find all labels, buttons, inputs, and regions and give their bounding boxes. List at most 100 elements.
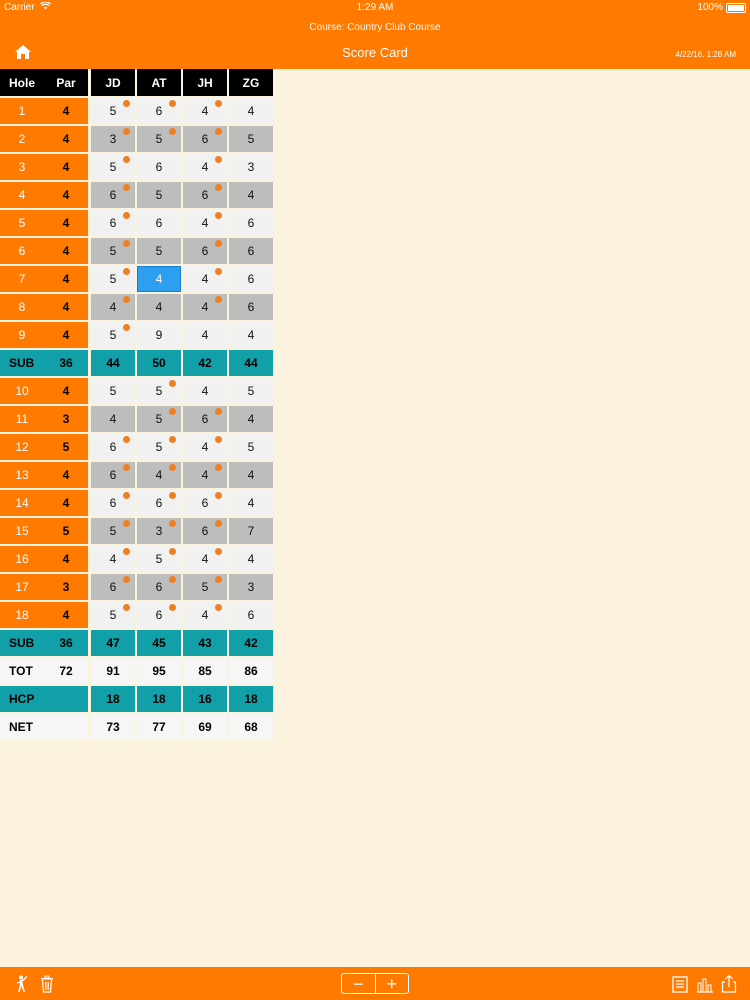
score-cell-zg[interactable]: 6 xyxy=(229,294,273,320)
score-cell-at[interactable]: 6 xyxy=(137,154,181,180)
score-cell-at[interactable]: 9 xyxy=(137,322,181,348)
score-cell-jh[interactable]: 4 xyxy=(183,294,227,320)
score-cell-zg[interactable]: 7 xyxy=(229,518,273,544)
score-cell-at[interactable]: 6 xyxy=(137,210,181,236)
handicap-value[interactable]: 18 xyxy=(137,686,181,712)
hole-row: 14 4 6 6 6 4 xyxy=(0,489,276,517)
score-cell-zg[interactable]: 5 xyxy=(229,126,273,152)
score-cell-at[interactable]: 3 xyxy=(137,518,181,544)
score-cell-at[interactable]: 6 xyxy=(137,98,181,124)
score-cell-zg[interactable]: 6 xyxy=(229,602,273,628)
score-value: 7 xyxy=(247,524,255,538)
score-cell-jh[interactable]: 4 xyxy=(183,210,227,236)
score-cell-jh[interactable]: 6 xyxy=(183,406,227,432)
score-cell-zg[interactable]: 3 xyxy=(229,154,273,180)
score-cell-jd[interactable]: 5 xyxy=(91,266,135,292)
score-cell-zg[interactable]: 4 xyxy=(229,98,273,124)
score-cell-jh[interactable]: 4 xyxy=(183,322,227,348)
handicap-value[interactable]: 18 xyxy=(229,686,273,712)
score-cell-jh[interactable]: 6 xyxy=(183,126,227,152)
score-cell-jd[interactable]: 6 xyxy=(91,574,135,600)
score-cell-at[interactable]: 5 xyxy=(137,406,181,432)
score-cell-at[interactable]: 4 xyxy=(137,462,181,488)
score-cell-at[interactable]: 5 xyxy=(137,182,181,208)
handicap-value[interactable]: 16 xyxy=(183,686,227,712)
score-cell-zg[interactable]: 4 xyxy=(229,182,273,208)
score-cell-zg[interactable]: 6 xyxy=(229,266,273,292)
player-header-at[interactable]: AT xyxy=(137,69,181,96)
score-cell-at[interactable]: 6 xyxy=(137,602,181,628)
list-icon[interactable] xyxy=(670,974,690,994)
score-cell-zg[interactable]: 4 xyxy=(229,406,273,432)
score-cell-jh[interactable]: 6 xyxy=(183,518,227,544)
score-cell-at[interactable]: 5 xyxy=(137,434,181,460)
total-par: 72 xyxy=(44,658,88,684)
score-cell-zg[interactable]: 4 xyxy=(229,490,273,516)
score-cell-at[interactable]: 4 xyxy=(137,266,181,292)
handicap-value[interactable]: 18 xyxy=(91,686,135,712)
score-cell-jh[interactable]: 4 xyxy=(183,98,227,124)
player-header-zg[interactable]: ZG xyxy=(229,69,273,96)
score-cell-jd[interactable]: 5 xyxy=(91,602,135,628)
score-cell-jh[interactable]: 4 xyxy=(183,378,227,404)
hole-number: 15 xyxy=(0,518,44,544)
score-cell-jh[interactable]: 4 xyxy=(183,546,227,572)
score-cell-at[interactable]: 5 xyxy=(137,238,181,264)
score-cell-jh[interactable]: 4 xyxy=(183,266,227,292)
score-cell-jd[interactable]: 5 xyxy=(91,518,135,544)
score-cell-at[interactable]: 5 xyxy=(137,378,181,404)
decrement-button[interactable]: − xyxy=(342,974,376,993)
score-cell-at[interactable]: 6 xyxy=(137,490,181,516)
golfer-icon[interactable] xyxy=(12,974,32,994)
score-cell-jd[interactable]: 5 xyxy=(91,378,135,404)
trash-icon[interactable] xyxy=(37,974,57,994)
score-cell-zg[interactable]: 5 xyxy=(229,378,273,404)
player-header-jh[interactable]: JH xyxy=(183,69,227,96)
score-cell-jd[interactable]: 4 xyxy=(91,546,135,572)
score-cell-jh[interactable]: 4 xyxy=(183,154,227,180)
score-cell-jh[interactable]: 6 xyxy=(183,182,227,208)
score-cell-jh[interactable]: 6 xyxy=(183,238,227,264)
score-cell-jd[interactable]: 6 xyxy=(91,462,135,488)
score-cell-jd[interactable]: 5 xyxy=(91,322,135,348)
score-cell-zg[interactable]: 6 xyxy=(229,238,273,264)
score-cell-jd[interactable]: 6 xyxy=(91,182,135,208)
score-cell-jh[interactable]: 4 xyxy=(183,602,227,628)
score-cell-zg[interactable]: 6 xyxy=(229,210,273,236)
hole-par: 4 xyxy=(44,322,88,348)
stroke-dot-icon xyxy=(169,380,176,387)
player-header-jd[interactable]: JD xyxy=(91,69,135,96)
score-cell-zg[interactable]: 4 xyxy=(229,322,273,348)
minus-icon: − xyxy=(352,973,364,994)
score-cell-zg[interactable]: 4 xyxy=(229,462,273,488)
score-cell-at[interactable]: 5 xyxy=(137,546,181,572)
stroke-dot-icon xyxy=(123,576,130,583)
score-cell-zg[interactable]: 3 xyxy=(229,574,273,600)
score-cell-jd[interactable]: 3 xyxy=(91,126,135,152)
score-cell-jh[interactable]: 4 xyxy=(183,462,227,488)
score-value: 5 xyxy=(155,384,163,398)
score-cell-zg[interactable]: 5 xyxy=(229,434,273,460)
score-cell-jd[interactable]: 6 xyxy=(91,210,135,236)
increment-button[interactable]: + xyxy=(376,974,409,993)
share-icon[interactable] xyxy=(719,974,739,994)
hole-par: 3 xyxy=(44,574,88,600)
score-cell-jd[interactable]: 5 xyxy=(91,238,135,264)
score-value: 9 xyxy=(155,328,163,342)
score-cell-jd[interactable]: 4 xyxy=(91,294,135,320)
score-cell-at[interactable]: 4 xyxy=(137,294,181,320)
stroke-dot-icon xyxy=(123,464,130,471)
score-cell-zg[interactable]: 4 xyxy=(229,546,273,572)
score-cell-jd[interactable]: 4 xyxy=(91,406,135,432)
chart-icon[interactable] xyxy=(695,974,715,994)
hole-par: 4 xyxy=(44,210,88,236)
score-cell-at[interactable]: 5 xyxy=(137,126,181,152)
score-cell-jd[interactable]: 5 xyxy=(91,98,135,124)
score-cell-at[interactable]: 6 xyxy=(137,574,181,600)
score-cell-jd[interactable]: 5 xyxy=(91,154,135,180)
score-cell-jh[interactable]: 4 xyxy=(183,434,227,460)
score-cell-jd[interactable]: 6 xyxy=(91,434,135,460)
score-cell-jd[interactable]: 6 xyxy=(91,490,135,516)
score-cell-jh[interactable]: 5 xyxy=(183,574,227,600)
score-cell-jh[interactable]: 6 xyxy=(183,490,227,516)
